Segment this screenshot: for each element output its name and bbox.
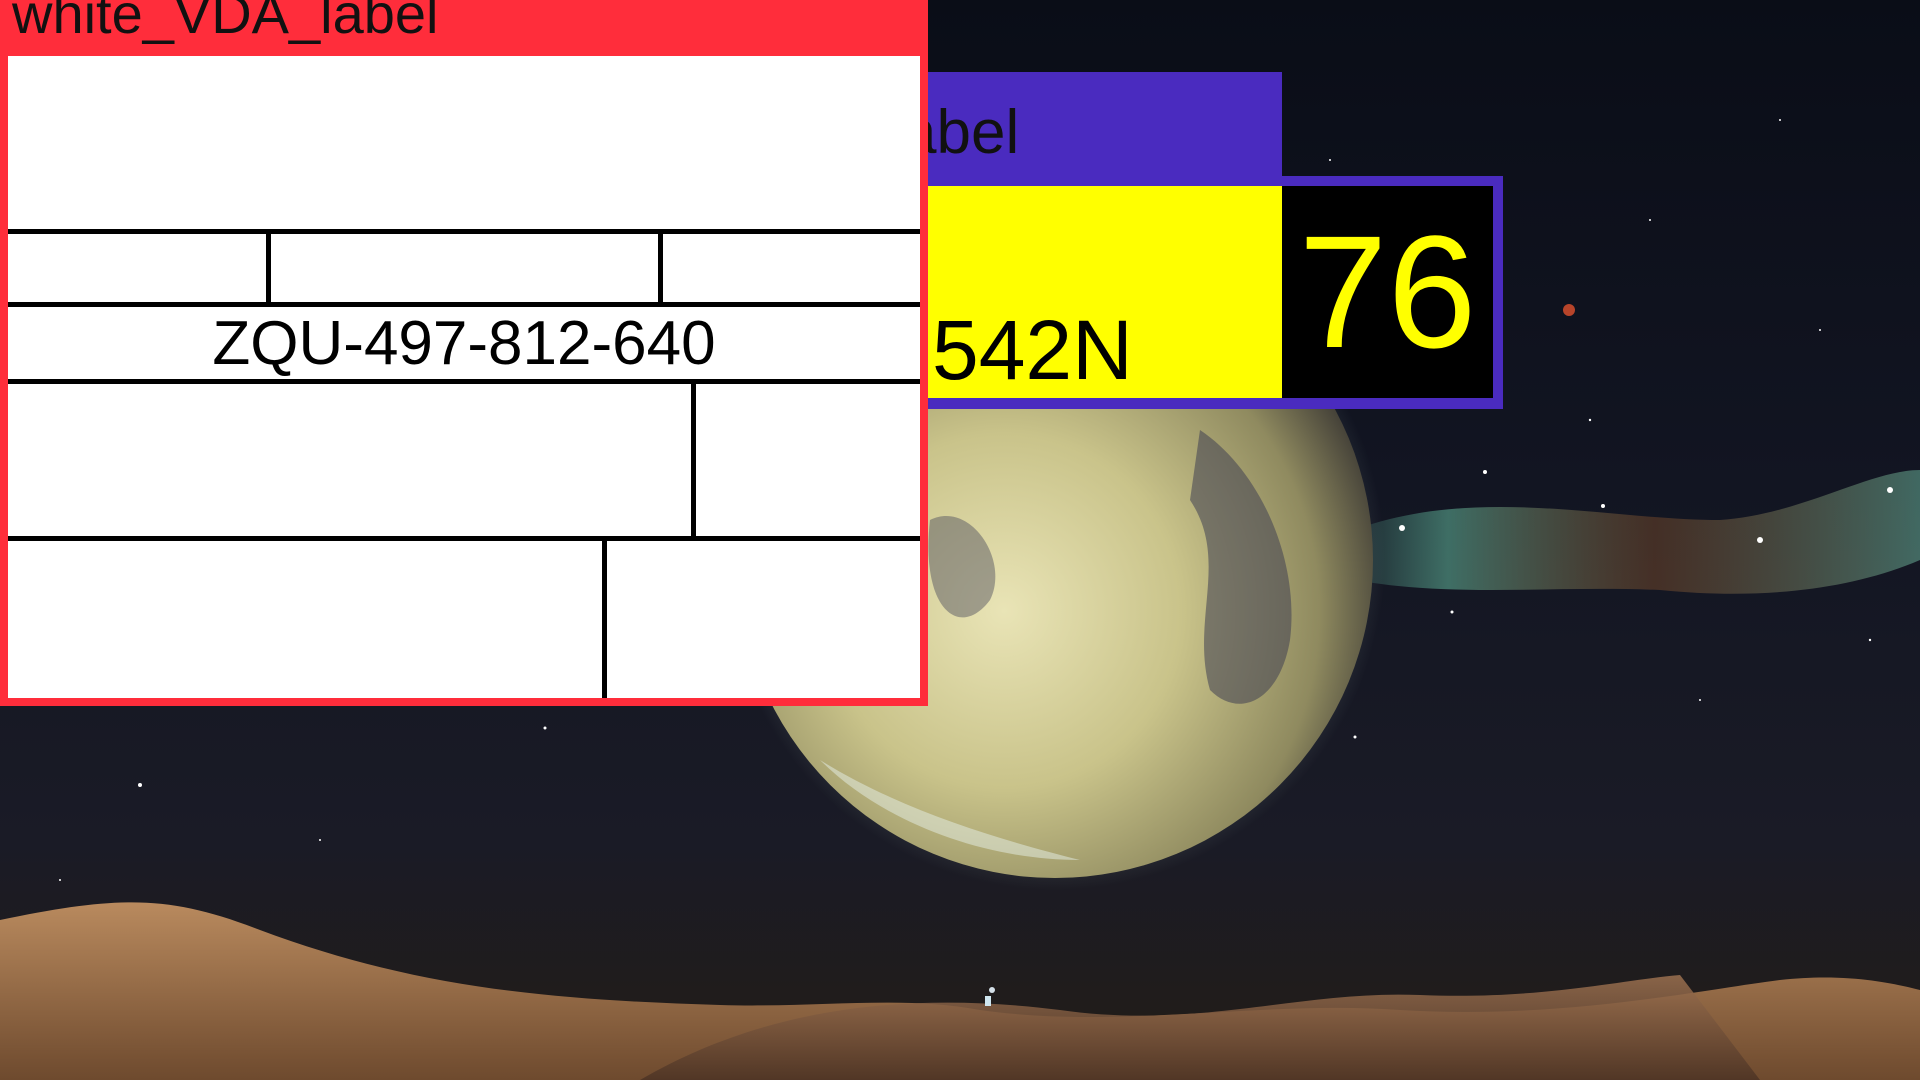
grid-line (8, 302, 920, 307)
back-label-window[interactable]: 542N 76 (900, 176, 1503, 409)
grid-line (691, 379, 696, 541)
grid-line (8, 536, 920, 541)
front-label-panel: ZQU-497-812-640 (8, 56, 920, 698)
grid-line (602, 536, 607, 698)
back-label-number: 76 (1298, 202, 1477, 381)
front-label-window[interactable]: white_VDA_label ZQU-497-812-640 (0, 0, 928, 706)
back-label-header: abel (900, 72, 1282, 176)
front-label-code: ZQU-497-812-640 (212, 309, 716, 378)
back-label-panel: 542N (900, 186, 1282, 398)
front-label-title: white_VDA_label (12, 0, 439, 45)
back-label-code: 542N (932, 303, 1133, 397)
back-label-number-box: 76 (1282, 186, 1493, 398)
grid-line (658, 229, 663, 307)
desktop-scene: abel 542N 76 white_VDA_label ZQU-497-812… (0, 0, 1920, 1080)
grid-line (8, 229, 920, 234)
grid-line (266, 229, 271, 307)
